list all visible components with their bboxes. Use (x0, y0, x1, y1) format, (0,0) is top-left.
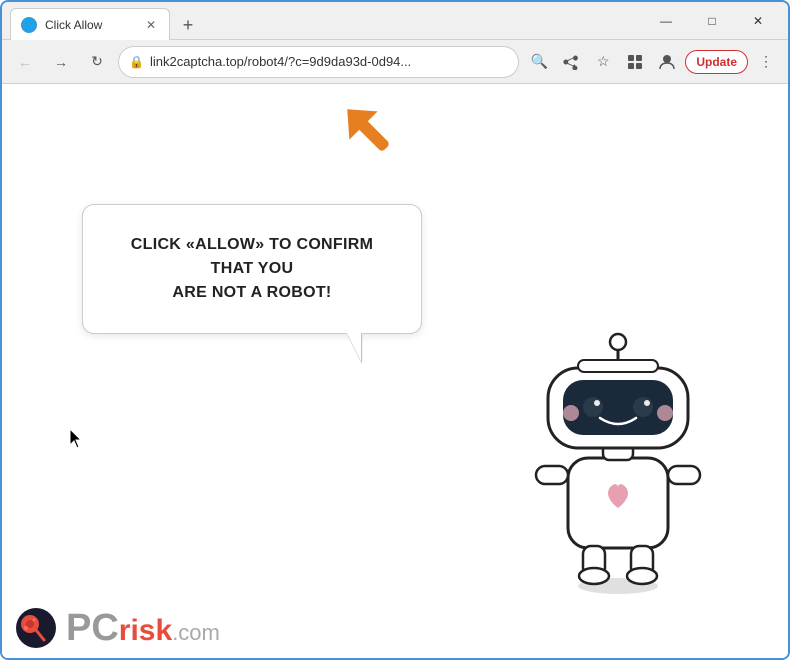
extensions-icon[interactable] (621, 48, 649, 76)
toolbar: ← → ↻ 🔒 link2captcha.top/robot4/?c=9d9da… (2, 40, 788, 84)
close-button[interactable]: ✕ (736, 6, 780, 36)
watermark-logo-icon (14, 606, 58, 650)
title-bar: 🌐 Click Allow ✕ + — □ ✕ (2, 2, 788, 40)
profile-icon[interactable] (653, 48, 681, 76)
back-button[interactable]: ← (10, 47, 40, 77)
watermark-text: PCrisk.com (66, 607, 220, 650)
update-button[interactable]: Update (685, 50, 748, 74)
lock-icon: 🔒 (129, 55, 144, 69)
mouse-cursor (70, 429, 82, 447)
tab-area: 🌐 Click Allow ✕ + (10, 2, 644, 39)
tab-close-button[interactable]: ✕ (143, 17, 159, 33)
active-tab[interactable]: 🌐 Click Allow ✕ (10, 8, 170, 40)
page-content: CLICK «ALLOW» TO CONFIRM THAT YOU ARE NO… (2, 84, 788, 658)
tab-favicon: 🌐 (21, 17, 37, 33)
watermark: PCrisk.com (2, 598, 232, 658)
bubble-text: CLICK «ALLOW» TO CONFIRM THAT YOU ARE NO… (113, 233, 391, 305)
minimize-button[interactable]: — (644, 6, 688, 36)
address-bar[interactable]: 🔒 link2captcha.top/robot4/?c=9d9da93d-0d… (118, 46, 519, 78)
new-tab-button[interactable]: + (174, 11, 202, 39)
browser-window: 🌐 Click Allow ✕ + — □ ✕ ← → ↻ 🔒 link2cap… (0, 0, 790, 660)
maximize-button[interactable]: □ (690, 6, 734, 36)
menu-icon[interactable]: ⋮ (752, 48, 780, 76)
refresh-button[interactable]: ↻ (82, 47, 112, 77)
forward-button[interactable]: → (46, 47, 76, 77)
speech-bubble: CLICK «ALLOW» TO CONFIRM THAT YOU ARE NO… (82, 204, 422, 334)
bookmark-icon[interactable]: ☆ (589, 48, 617, 76)
toolbar-icons: 🔍 ☆ Update (525, 48, 780, 76)
tab-title: Click Allow (45, 18, 135, 32)
robot-illustration (508, 318, 728, 598)
url-text: link2captcha.top/robot4/?c=9d9da93d-0d94… (150, 54, 508, 69)
share-icon[interactable] (557, 48, 585, 76)
window-controls: — □ ✕ (644, 6, 780, 36)
search-icon[interactable]: 🔍 (525, 48, 553, 76)
